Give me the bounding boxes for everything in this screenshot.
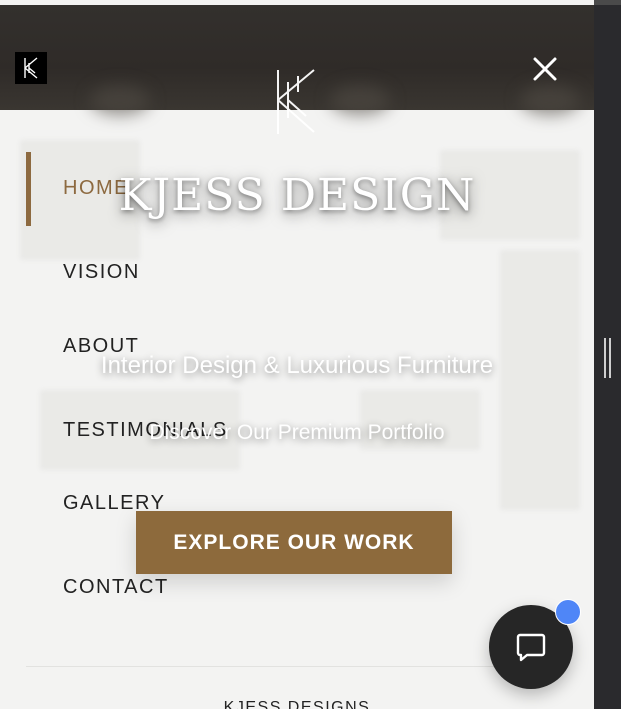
kjess-monogram-icon[interactable] [15, 52, 47, 84]
nav-item-vision[interactable]: VISION [63, 261, 140, 284]
explore-our-work-button[interactable]: EXPLORE OUR WORK [136, 511, 452, 574]
menu-divider [26, 666, 568, 667]
chat-bubble-icon [516, 633, 546, 662]
footer-brand: KJESS DESIGNS [223, 699, 371, 709]
hero-title: KJESS DESIGN [118, 170, 476, 221]
hero-monogram-logo [270, 66, 322, 138]
hero-subtitle: Interior Design & Luxurious Furniture [100, 352, 494, 379]
chat-notification-badge [555, 599, 581, 625]
scrollbar-grip[interactable] [604, 338, 611, 378]
mobile-menu-overlay: HOME VISION ABOUT TESTIMONIALS GALLERY C… [0, 0, 594, 709]
hero-tagline: Discover Our Premium Portfolio [149, 421, 445, 444]
nav-item-contact[interactable]: CONTACT [63, 576, 169, 599]
close-icon [533, 57, 557, 81]
close-menu-button[interactable] [528, 52, 562, 86]
